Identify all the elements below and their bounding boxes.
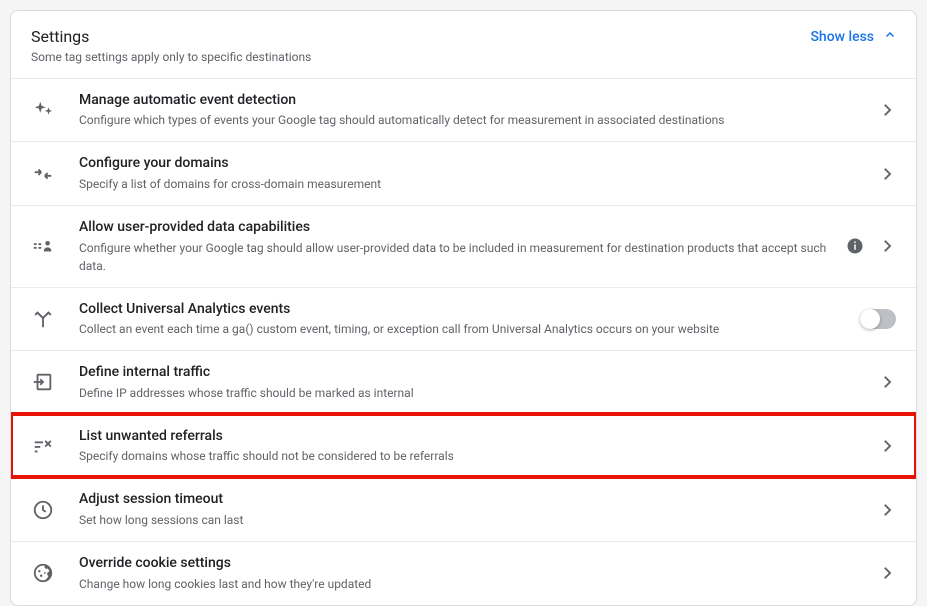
setting-row-list-unwanted-referrals[interactable]: List unwanted referrals Specify domains … [11,414,916,478]
row-actions [878,501,896,519]
setting-row-collect-ua-events[interactable]: Collect Universal Analytics events Colle… [11,287,916,351]
page-subtitle: Some tag settings apply only to specific… [31,50,311,64]
setting-row-adjust-session-timeout[interactable]: Adjust session timeout Set how long sess… [11,477,916,541]
row-title: Allow user-provided data capabilities [79,218,834,238]
setting-row-allow-user-provided-data[interactable]: Allow user-provided data capabilities Co… [11,205,916,287]
clock-icon [31,499,55,521]
row-desc: Configure which types of events your Goo… [79,111,866,129]
row-content: Configure your domains Specify a list of… [79,154,878,193]
setting-row-define-internal-traffic[interactable]: Define internal traffic Define IP addres… [11,350,916,414]
arrows-merge-icon [31,163,55,185]
row-title: Collect Universal Analytics events [79,300,848,320]
row-desc: Define IP addresses whose traffic should… [79,384,866,402]
row-actions [846,237,896,255]
row-desc: Specify a list of domains for cross-doma… [79,175,866,193]
row-title: Configure your domains [79,154,866,174]
chevron-right-icon [878,373,896,391]
chevron-right-icon [878,501,896,519]
row-content: Override cookie settings Change how long… [79,554,878,593]
row-title: Manage automatic event detection [79,91,866,111]
row-content: Adjust session timeout Set how long sess… [79,490,878,529]
row-content: Collect Universal Analytics events Colle… [79,300,860,339]
row-content: Manage automatic event detection Configu… [79,91,878,130]
show-less-label: Show less [810,29,874,45]
page-title: Settings [31,27,311,48]
setting-row-override-cookie-settings[interactable]: Override cookie settings Change how long… [11,541,916,605]
toggle-knob [860,309,880,329]
row-content: Allow user-provided data capabilities Co… [79,218,846,275]
split-arrows-icon [31,308,55,330]
setting-row-configure-your-domains[interactable]: Configure your domains Specify a list of… [11,141,916,205]
info-icon[interactable] [846,237,864,255]
row-actions [878,165,896,183]
sparkle-icon [31,99,55,121]
show-less-button[interactable]: Show less [810,27,896,47]
row-desc: Collect an event each time a ga() custom… [79,320,848,338]
user-data-icon [31,235,55,257]
row-title: Override cookie settings [79,554,866,574]
chevron-right-icon [878,437,896,455]
row-actions [878,437,896,455]
chevron-right-icon [878,101,896,119]
cookie-icon [31,562,55,584]
row-desc: Specify domains whose traffic should not… [79,447,866,465]
row-actions [878,564,896,582]
row-title: Define internal traffic [79,363,866,383]
row-content: List unwanted referrals Specify domains … [79,427,878,466]
setting-row-manage-automatic-event-detection[interactable]: Manage automatic event detection Configu… [11,78,916,142]
panel-header: Settings Some tag settings apply only to… [11,11,916,78]
traffic-box-icon [31,371,55,393]
row-desc: Change how long cookies last and how the… [79,575,866,593]
row-actions [860,309,896,329]
chevron-up-icon [884,29,896,45]
row-actions [878,101,896,119]
row-desc: Configure whether your Google tag should… [79,239,834,275]
chevron-right-icon [878,564,896,582]
header-text: Settings Some tag settings apply only to… [31,27,311,64]
chevron-right-icon [878,165,896,183]
toggle-switch[interactable] [860,309,896,329]
filter-list-icon [31,435,55,457]
row-actions [878,373,896,391]
row-title: List unwanted referrals [79,427,866,447]
settings-panel: Settings Some tag settings apply only to… [10,10,917,606]
row-title: Adjust session timeout [79,490,866,510]
chevron-right-icon [878,237,896,255]
row-desc: Set how long sessions can last [79,511,866,529]
row-content: Define internal traffic Define IP addres… [79,363,878,402]
